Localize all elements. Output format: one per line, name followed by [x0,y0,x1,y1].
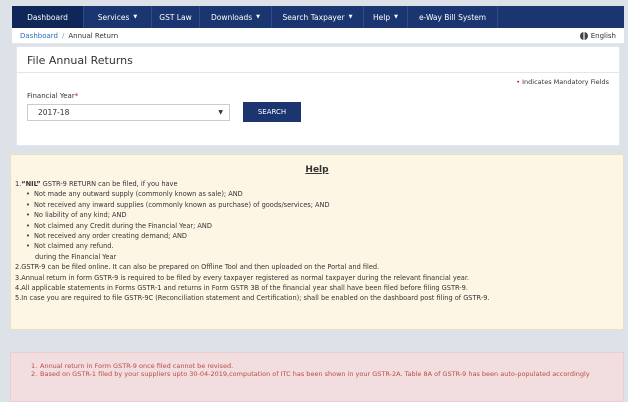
caret-down-icon: ▼ [133,14,138,20]
financial-year-label: Financial Year* [27,92,78,100]
nav-label: Dashboard [27,12,68,22]
search-button[interactable]: SEARCH [243,102,301,122]
financial-year-label-text: Financial Year [27,92,75,100]
nav-search-taxpayer[interactable]: Search Taxpayer ▼ [272,6,364,28]
title-divider [17,72,619,73]
list-item: No liability of any kind; AND [25,210,619,221]
caret-down-icon: ▼ [394,14,398,20]
nav-label: Services [97,12,130,22]
notice-panel: 1. Annual return in Form GSTR-9 once fil… [10,352,624,402]
list-item: Not made any outward supply (commonly kn… [25,189,619,200]
help-item-text: GSTR-9 RETURN can be filed, if you have [40,180,178,188]
help-item-2: 2.GSTR-9 can be filed online. It can als… [15,263,380,272]
list-item: Not received any order creating demand; … [25,231,619,242]
help-title: Help [305,165,329,175]
notice-item: 1. Annual return in Form GSTR-9 once fil… [31,362,603,370]
caret-down-icon: ▼ [256,14,261,20]
nav-eway-bill[interactable]: e-Way Bill System [408,6,498,28]
notice-number: 2. [31,370,38,379]
help-item-4: 4.All applicable statements in Forms GST… [15,284,468,293]
financial-year-select[interactable]: 2017-18 ▼ [27,104,230,121]
nav-label: Help [373,12,391,22]
globe-icon [579,31,588,40]
dropdown-arrow-icon: ▼ [218,109,223,116]
file-annual-returns-form: File Annual Returns • Indicates Mandator… [16,46,620,146]
breadcrumb-current: Annual Return [68,31,119,40]
page-title: File Annual Returns [27,54,133,67]
notice-text: Annual return in Form GSTR-9 once filed … [40,362,234,370]
nil-conditions-list: Not made any outward supply (commonly kn… [25,189,619,252]
language-label: English [590,31,616,40]
help-body: 1.“NIL” GSTR-9 RETURN can be filed, if y… [15,179,619,304]
financial-year-value: 2017-18 [38,108,70,117]
help-item-3: 3.Annual return in form GSTR-9 is requir… [15,273,470,282]
list-item: Not received any inward supplies (common… [25,200,619,211]
nav-label: Downloads [210,12,253,22]
nav-label: e-Way Bill System [418,12,487,22]
notice-item: 2. Based on GSTR-1 filed by your supplie… [31,370,603,378]
breadcrumb-separator: / [61,31,65,40]
nav-services[interactable]: Services ▼ [84,6,152,28]
breadcrumb-dashboard-link[interactable]: Dashboard [20,32,58,40]
help-panel: Help 1.“NIL” GSTR-9 RETURN can be filed,… [10,154,624,330]
help-item-5: 5.In case you are required to file GSTR-… [15,294,490,303]
nav-dashboard[interactable]: Dashboard [12,6,84,28]
nav-label: GST Law [159,12,192,22]
notice-text: Based on GSTR-1 filed by your suppliers … [40,370,590,379]
list-item: Not claimed any refund. [25,241,619,252]
notice-body: 1. Annual return in Form GSTR-9 once fil… [31,362,603,378]
caret-down-icon: ▼ [348,14,353,20]
list-item: Not claimed any Credit during the Financ… [25,221,619,232]
language-selector[interactable]: English [579,31,616,40]
breadcrumb: Dashboard / Annual Return English [12,28,624,44]
nav-gst-law[interactable]: GST Law [152,6,200,28]
help-item-1: 1.“NIL” GSTR-9 RETURN can be filed, if y… [15,179,619,189]
main-navbar: Dashboard Services ▼ GST Law Downloads ▼ S… [12,6,624,28]
required-star-icon: * [74,92,79,100]
nav-label: Search Taxpayer [282,12,345,22]
bullet-tail: during the Financial Year [35,252,117,261]
mandatory-note: • Indicates Mandatory Fields [516,78,609,86]
nav-downloads[interactable]: Downloads ▼ [200,6,272,28]
nav-help[interactable]: Help ▼ [364,6,408,28]
required-star-icon: • [516,78,521,86]
nil-label: “NIL” [21,180,41,188]
mandatory-note-text: Indicates Mandatory Fields [522,78,609,86]
notice-number: 1. [31,362,38,370]
